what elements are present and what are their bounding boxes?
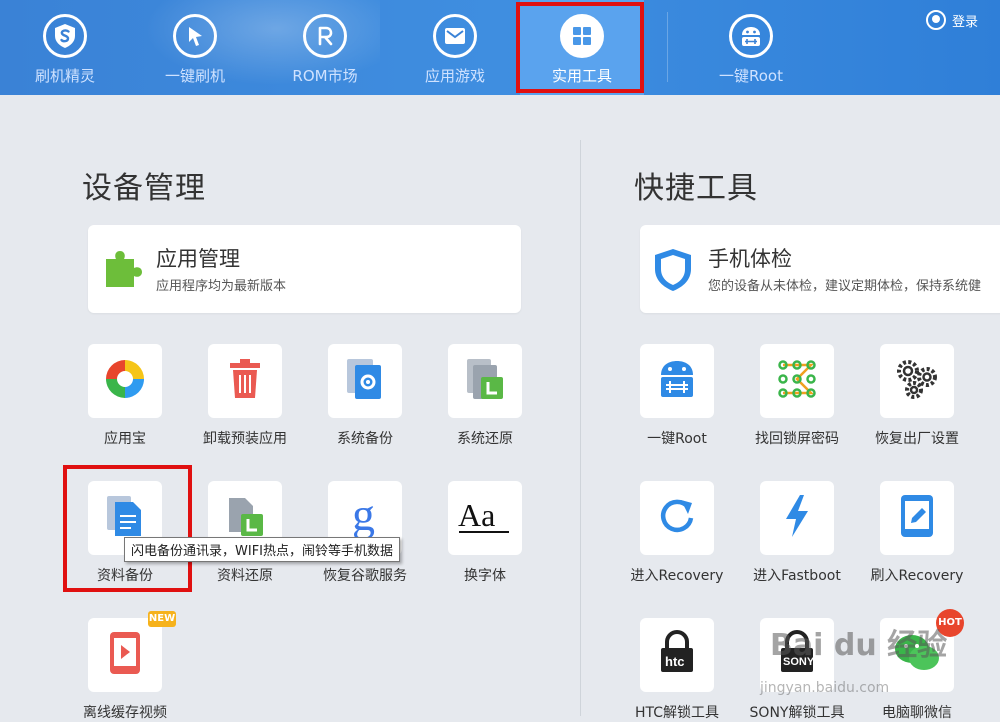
tab-yijianshuaji[interactable]: 一键刷机: [130, 0, 260, 95]
highlight-box-utilities: [516, 2, 644, 93]
tab-one-key-root[interactable]: 一键Root: [686, 0, 816, 95]
tab-label: 应用游戏: [424, 67, 485, 85]
tool-label: 进入Fastboot: [753, 568, 841, 584]
highlight-box-data-backup: [63, 465, 192, 592]
card-title: 手机体检: [708, 247, 792, 271]
top-nav: 刷机精灵 一键刷机 ROM市场 应用游戏 实用工具 一键Root 登录: [0, 0, 1000, 95]
android-root-icon: [729, 14, 773, 58]
mail-icon: [433, 14, 477, 58]
tool-offline-video[interactable]: [88, 618, 162, 692]
tool-recover-lock-password[interactable]: [760, 344, 834, 418]
tool-label: 系统还原: [457, 431, 513, 447]
pattern-lock-icon: [775, 357, 819, 405]
document-restore-icon: [225, 494, 265, 542]
htc-lock-icon: htc: [655, 630, 699, 680]
tab-label: 刷机精灵: [34, 67, 95, 85]
tab-apps-games[interactable]: 应用游戏: [390, 0, 520, 95]
android-root-icon: [655, 357, 699, 405]
tool-htc-unlock[interactable]: htc: [640, 618, 714, 692]
tool-label: 换字体: [464, 568, 506, 584]
tool-label: 恢复出厂设置: [875, 431, 959, 447]
svg-text:g: g: [352, 492, 375, 540]
tool-label: 卸载预装应用: [203, 431, 287, 447]
tool-system-restore[interactable]: [448, 344, 522, 418]
tool-label: 应用宝: [104, 431, 146, 447]
login-button[interactable]: 登录: [926, 10, 978, 30]
tool-enter-recovery[interactable]: [640, 481, 714, 555]
tool-label: 刷入Recovery: [870, 568, 964, 584]
tool-one-key-root[interactable]: [640, 344, 714, 418]
gears-icon: [894, 357, 940, 405]
section-title-quick: 快捷工具: [634, 171, 758, 206]
system-restore-icon: [465, 357, 505, 405]
tool-yingyongbao[interactable]: [88, 344, 162, 418]
tool-system-backup[interactable]: [328, 344, 402, 418]
tool-label: 一键Root: [647, 431, 707, 447]
card-title: 应用管理: [156, 247, 240, 271]
app-management-card[interactable]: 应用管理 应用程序均为最新版本: [88, 225, 521, 313]
baidu-watermark-url: jingyan.baidu.com: [760, 680, 890, 696]
tool-label: 系统备份: [337, 431, 393, 447]
cursor-arrow-icon: [173, 14, 217, 58]
system-backup-icon: [345, 357, 385, 405]
login-label: 登录: [952, 14, 979, 30]
tab-label: 一键Root: [719, 67, 783, 85]
tool-label: HTC解锁工具: [634, 705, 720, 721]
phone-checkup-card[interactable]: 手机体检 您的设备从未体检，建议定期体检，保持系统健: [640, 225, 1000, 313]
r-letter-icon: [303, 14, 347, 58]
tool-label: 资料还原: [217, 568, 273, 584]
video-phone-icon: [108, 630, 142, 680]
lightning-icon: [782, 493, 812, 543]
trash-icon: [228, 359, 262, 403]
svg-text:htc: htc: [665, 654, 685, 669]
tool-label: 恢复谷歌服务: [323, 568, 407, 584]
yingyongbao-icon: [103, 357, 147, 405]
tool-change-font[interactable]: Aa: [448, 481, 522, 555]
card-subtitle: 应用程序均为最新版本: [156, 279, 287, 294]
tab-rom-market[interactable]: ROM市场: [260, 0, 390, 95]
tool-enter-fastboot[interactable]: [760, 481, 834, 555]
baidu-watermark: Bai du 经验: [770, 628, 948, 663]
tablet-edit-icon: [899, 493, 935, 543]
svg-text:Aa: Aa: [458, 497, 495, 533]
tool-label: SONY解锁工具: [749, 705, 845, 721]
tool-label: 电脑聊微信: [882, 705, 952, 721]
tab-shuajijingling[interactable]: 刷机精灵: [0, 0, 130, 95]
tab-label: 一键刷机: [164, 67, 225, 85]
section-title-device: 设备管理: [82, 171, 206, 206]
puzzle-icon: [102, 249, 144, 293]
tool-uninstall-preinstalled[interactable]: [208, 344, 282, 418]
new-badge: NEW: [148, 611, 176, 627]
tool-label: 进入Recovery: [630, 568, 724, 584]
tool-label: 找回锁屏密码: [755, 431, 839, 447]
refresh-icon: [655, 494, 699, 542]
tooltip-data-backup: 闪电备份通讯录，WIFI热点，闹铃等手机数据: [124, 537, 400, 562]
shield-s-icon: [43, 14, 87, 58]
section-divider: [580, 140, 581, 716]
nav-divider: [667, 12, 668, 82]
tool-flash-recovery[interactable]: [880, 481, 954, 555]
shield-check-icon: [652, 247, 694, 297]
tool-label: 离线缓存视频: [83, 705, 167, 721]
tool-factory-reset[interactable]: [880, 344, 954, 418]
qq-penguin-icon: [926, 10, 946, 30]
font-aa-icon: Aa: [457, 496, 513, 540]
tab-label: ROM市场: [292, 67, 358, 85]
card-subtitle: 您的设备从未体检，建议定期体检，保持系统健: [708, 279, 982, 294]
